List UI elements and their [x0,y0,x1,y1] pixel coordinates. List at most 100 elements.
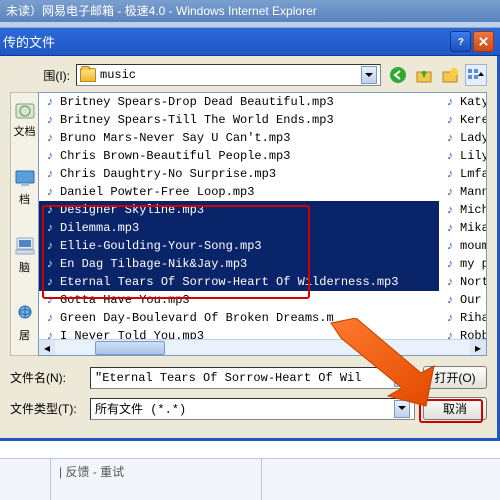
file-item[interactable]: ♪Lmfao-Party F [439,165,487,183]
filename-combo[interactable]: "Eternal Tears Of Sorrow-Heart Of Wil [90,367,415,389]
music-file-icon: ♪ [43,131,57,145]
file-item[interactable]: ♪my prayer.mp3 [439,255,487,273]
dialog-title-text: 传的文件 [3,32,448,51]
file-item[interactable]: ♪Our Kind Of L [439,291,487,309]
music-file-icon: ♪ [43,275,57,289]
file-name: Gotta Have You.mp3 [60,293,190,307]
file-item[interactable]: ♪Lily Allen-Fu [439,147,487,165]
file-item[interactable]: ♪En Dag Tilbage-Nik&Jay.mp3 [39,255,439,273]
music-file-icon: ♪ [43,167,57,181]
status-links[interactable]: | 反馈 - 重试 [51,459,261,500]
music-file-icon: ♪ [443,95,457,109]
file-item[interactable]: ♪Lady Gaga-Jud [439,129,487,147]
file-name: moumoon - [460,239,487,253]
file-item[interactable]: ♪Britney Spears-Till The World Ends.mp3 [39,111,439,129]
music-file-icon: ♪ [43,221,57,235]
music-file-icon: ♪ [43,113,57,127]
music-file-icon: ♪ [443,221,457,235]
up-one-level-button[interactable] [413,64,435,86]
music-file-icon: ♪ [443,275,457,289]
file-item[interactable]: ♪Eternal Tears Of Sorrow-Heart Of Wilder… [39,273,439,291]
help-button[interactable]: ? [450,31,471,52]
open-file-dialog: 传的文件 ? 围(I): music [0,28,500,441]
music-file-icon: ♪ [443,239,457,253]
status-bar: | 反馈 - 重试 [0,458,500,500]
file-item[interactable]: ♪Britney Spears-Drop Dead Beautiful.mp3 [39,93,439,111]
music-file-icon: ♪ [43,239,57,253]
file-name: Dilemma.mp3 [60,221,139,235]
file-name: Michael Jacks [460,203,487,217]
file-name: Britney Spears-Till The World Ends.mp3 [60,113,334,127]
close-button[interactable] [473,31,494,52]
chevron-down-icon[interactable] [394,369,410,387]
file-name: Norther-The F [460,275,487,289]
file-name: Britney Spears-Drop Dead Beautiful.mp3 [60,95,334,109]
scroll-left-icon[interactable]: ◂ [39,340,55,356]
new-folder-button[interactable] [439,64,461,86]
file-item[interactable]: ♪Mika-Any Othe [439,219,487,237]
file-name: En Dag Tilbage-Nik&Jay.mp3 [60,257,247,271]
file-name: Lily Allen-Fu [460,149,487,163]
file-name: Eternal Tears Of Sorrow-Heart Of Wildern… [60,275,398,289]
file-name: Lmfao-Party F [460,167,487,181]
file-name: Lady Gaga-Jud [460,131,487,145]
music-file-icon: ♪ [443,149,457,163]
back-button[interactable] [387,64,409,86]
chevron-down-icon[interactable] [361,66,377,84]
file-list-pane[interactable]: ♪Britney Spears-Drop Dead Beautiful.mp3♪… [38,92,487,356]
file-name: my prayer.mp3 [460,257,487,271]
sidebar-network[interactable]: 居 [11,303,38,343]
file-item[interactable]: ♪Chris Brown-Beautiful People.mp3 [39,147,439,165]
dialog-title-bar: 传的文件 ? [0,28,500,56]
music-file-icon: ♪ [443,293,457,307]
open-button[interactable]: 打开(O) [423,366,487,389]
view-menu-button[interactable] [465,64,487,86]
status-cell [262,459,500,500]
file-name: Katy Perry-Fi [460,95,487,109]
filetype-combo[interactable]: 所有文件 (*.*) [90,398,415,420]
scroll-right-icon[interactable]: ▸ [470,340,486,356]
file-name: Chris Brown-Beautiful People.mp3 [60,149,290,163]
file-item[interactable]: ♪Michael Jacks [439,201,487,219]
horizontal-scrollbar[interactable]: ◂ ▸ [39,339,486,355]
file-item[interactable]: ♪moumoon - [439,237,487,255]
file-item[interactable]: ♪Keren Ann-All [439,111,487,129]
file-item[interactable]: ♪Norther-The F [439,273,487,291]
file-item[interactable]: ♪Green Day-Boulevard Of Broken Dreams.m [39,309,439,327]
look-in-combo[interactable]: music [76,64,381,86]
music-file-icon: ♪ [43,257,57,271]
scroll-thumb[interactable] [95,341,165,355]
file-item[interactable]: ♪Mann-Buzzin. [439,183,487,201]
file-name: Designer Skyline.mp3 [60,203,204,217]
cancel-button[interactable]: 取消 [423,397,487,420]
file-item[interactable]: ♪Bruno Mars-Never Say U Can't.mp3 [39,129,439,147]
folder-icon [80,68,96,82]
sidebar-recent[interactable]: 文档 [11,99,38,139]
music-file-icon: ♪ [443,113,457,127]
file-item[interactable]: ♪Designer Skyline.mp3 [39,201,439,219]
filename-value: "Eternal Tears Of Sorrow-Heart Of Wil [95,371,394,385]
file-item[interactable]: ♪Katy Perry-Fi [439,93,487,111]
sidebar-label: 居 [11,327,38,343]
file-name: Chris Daughtry-No Surprise.mp3 [60,167,276,181]
status-cell [0,459,50,500]
look-in-label: 围(I): [10,67,70,84]
file-item[interactable]: ♪Daniel Powter-Free Loop.mp3 [39,183,439,201]
sidebar-computer[interactable]: 脑 [11,235,38,275]
file-item[interactable]: ♪Ellie-Goulding-Your-Song.mp3 [39,237,439,255]
file-item[interactable]: ♪Chris Daughtry-No Surprise.mp3 [39,165,439,183]
music-file-icon: ♪ [443,167,457,181]
file-name: Keren Ann-All [460,113,487,127]
sidebar-desktop[interactable]: 档 [11,167,38,207]
file-item[interactable]: ♪Gotta Have You.mp3 [39,291,439,309]
file-name: Rihanna-S&M.m [460,311,487,325]
file-name: Ellie-Goulding-Your-Song.mp3 [60,239,262,253]
music-file-icon: ♪ [443,203,457,217]
music-file-icon: ♪ [43,149,57,163]
filetype-value: 所有文件 (*.*) [95,400,394,417]
file-item[interactable]: ♪Dilemma.mp3 [39,219,439,237]
file-name: Green Day-Boulevard Of Broken Dreams.m [60,311,334,325]
chevron-down-icon[interactable] [394,400,410,418]
music-file-icon: ♪ [43,185,57,199]
file-item[interactable]: ♪Rihanna-S&M.m [439,309,487,327]
